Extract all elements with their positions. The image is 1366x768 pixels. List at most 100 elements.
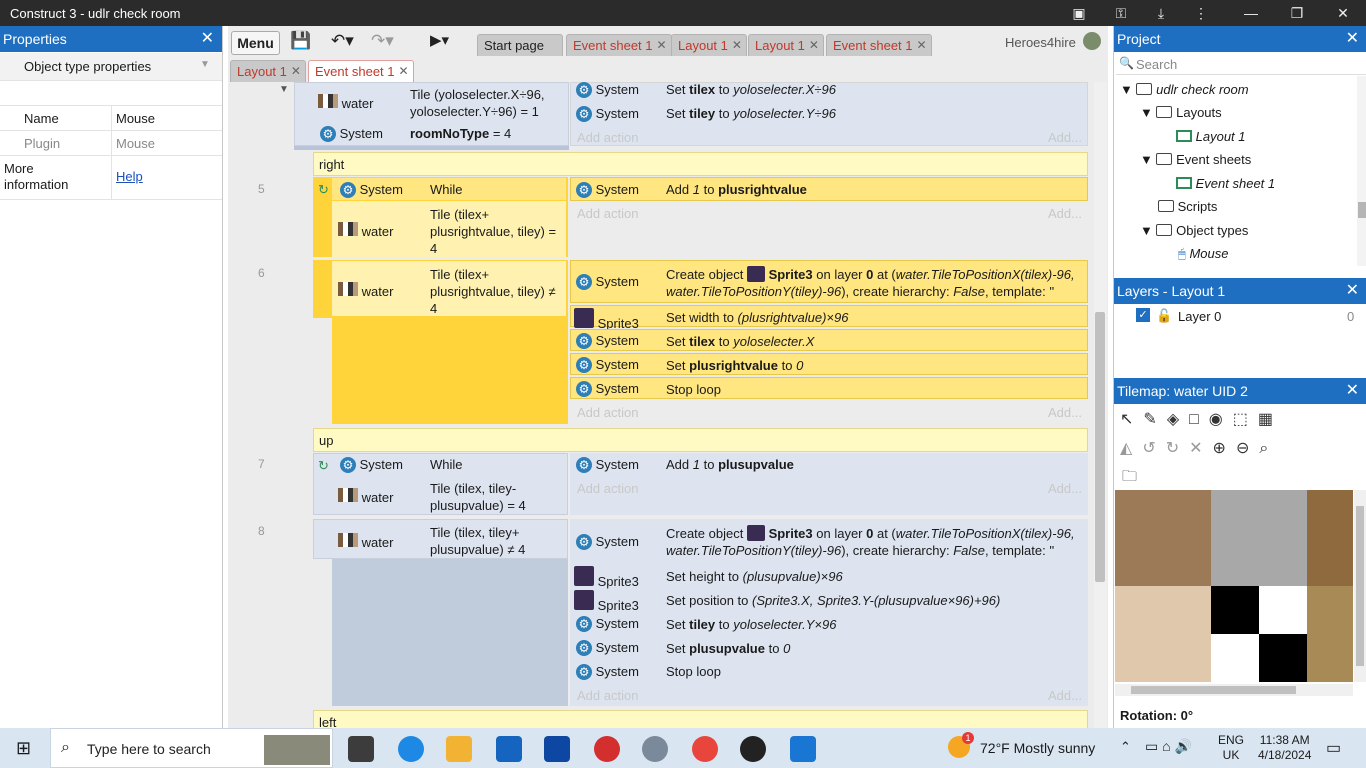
media-player-icon[interactable] xyxy=(740,736,766,762)
tree-event-sheet-1[interactable]: Event sheet 1 xyxy=(1176,176,1275,191)
close-window-icon[interactable]: ✕ xyxy=(1332,3,1354,23)
rotate-ccw-icon[interactable]: ↺ xyxy=(1142,440,1165,457)
tree-root[interactable]: ▼ udlr check room xyxy=(1120,82,1249,97)
zoom-reset-icon[interactable]: ⌕ xyxy=(1259,440,1278,457)
add-action[interactable]: Add... xyxy=(1048,481,1082,496)
tray-chevron-icon[interactable]: ⌃ xyxy=(1120,739,1131,755)
action-object[interactable]: ⚙ System xyxy=(576,82,639,98)
tab-event-sheet[interactable]: Event sheet 1 ✕ xyxy=(566,34,672,56)
fill-icon[interactable]: ◉ xyxy=(1209,411,1233,428)
help-link[interactable]: Help xyxy=(116,169,143,184)
tab-layout[interactable]: Layout 1 ✕ xyxy=(671,34,747,56)
action-object[interactable]: ⚙ System xyxy=(576,106,639,122)
restore-icon[interactable]: ❐ xyxy=(1286,3,1308,23)
condition-text[interactable]: While xyxy=(430,182,463,197)
action-text[interactable]: Set tiley to yoloselecter.Y÷96 xyxy=(666,106,836,121)
close-tab-icon[interactable]: ✕ xyxy=(291,61,301,82)
tree-mouse[interactable]: 🖱 Mouse xyxy=(1178,246,1228,262)
action-object[interactable]: ⚙ System xyxy=(576,664,639,680)
tilemap-toolbar[interactable]: ↖✎◈□◉⬚▦ xyxy=(1120,409,1283,429)
undo-icon[interactable]: ↶▾ xyxy=(331,31,354,55)
lock-icon[interactable]: 🔓 xyxy=(1156,308,1172,324)
layer-name[interactable]: Layer 0 xyxy=(1178,309,1221,324)
add-action[interactable]: Add action xyxy=(577,130,638,145)
photos-icon[interactable] xyxy=(790,736,816,762)
taskbar-search[interactable]: ⌕ Type here to search xyxy=(50,728,333,768)
add-action[interactable]: Add action xyxy=(577,481,638,496)
condition-text[interactable]: roomNoType = 4 xyxy=(410,126,511,141)
clipboard-icon[interactable]: ▣ xyxy=(1068,3,1090,23)
rectangle-icon[interactable]: □ xyxy=(1189,411,1209,428)
add-action[interactable]: Add action xyxy=(577,206,638,221)
scrollbar-thumb[interactable] xyxy=(1095,312,1105,582)
action-object[interactable]: ⚙ System xyxy=(576,457,639,473)
action-text[interactable]: Add 1 to plusupvalue xyxy=(666,457,794,472)
condition-object[interactable]: water xyxy=(338,488,393,505)
action-text[interactable]: Set plusrightvalue to 0 xyxy=(666,358,803,373)
action-object[interactable]: ⚙ System xyxy=(576,274,639,290)
notification-icon[interactable]: ▭ xyxy=(1326,738,1341,758)
mail-icon[interactable] xyxy=(496,736,522,762)
tile-icon[interactable]: ▦ xyxy=(1258,411,1283,428)
reset-icon[interactable]: ✕ xyxy=(1189,440,1212,457)
close-icon[interactable]: ✕ xyxy=(1346,26,1359,52)
layer-visible-checkbox[interactable]: ✓ xyxy=(1136,308,1150,322)
tab-event-sheet[interactable]: Event sheet 1 ✕ xyxy=(826,34,932,56)
app-icon[interactable] xyxy=(642,736,668,762)
add-action[interactable]: Add... xyxy=(1048,130,1082,145)
tab-layout[interactable]: Layout 1 ✕ xyxy=(748,34,824,56)
more-icon[interactable]: ⋮ xyxy=(1190,3,1212,23)
tree-event-sheets[interactable]: ▼ Event sheets xyxy=(1140,152,1251,167)
event-sheet[interactable]: ▼ water Tile (yoloselecter.X÷96, yolosele… xyxy=(228,82,1107,728)
marquee-icon[interactable]: ⬚ xyxy=(1233,411,1258,428)
action-object[interactable]: ⚙ System xyxy=(576,640,639,656)
chrome-icon[interactable] xyxy=(692,736,718,762)
tree-layout-1[interactable]: Layout 1 xyxy=(1176,129,1246,144)
prop-value[interactable]: Mouse xyxy=(116,111,155,126)
rotate-cw-icon[interactable]: ↻ xyxy=(1166,440,1189,457)
condition-text[interactable]: Tile (tilex+ plusrightvalue, tiley) ≠ 4 xyxy=(430,266,556,317)
tab-event-sheet-active[interactable]: Event sheet 1 ✕ xyxy=(308,60,414,82)
condition-text[interactable]: Tile (tilex, tiley-plusupvalue) = 4 xyxy=(430,480,526,514)
edge-icon[interactable] xyxy=(398,736,424,762)
start-button[interactable]: ⊞ xyxy=(16,738,31,759)
action-object[interactable]: ⚙ System xyxy=(576,357,639,373)
condition-object[interactable]: ⚙ System xyxy=(320,126,383,142)
store-icon[interactable] xyxy=(544,736,570,762)
tree-scripts[interactable]: Scripts xyxy=(1158,199,1217,214)
language-indicator[interactable]: ENG UK xyxy=(1218,733,1244,763)
action-object[interactable]: ⚙ System xyxy=(576,616,639,632)
weather-text[interactable]: 72°F Mostly sunny xyxy=(980,740,1095,756)
menu-button[interactable]: Menu xyxy=(231,31,280,55)
group-header-left[interactable]: left xyxy=(313,710,1088,728)
action-object[interactable]: ⚙ System xyxy=(576,333,639,349)
condition-object[interactable]: water xyxy=(338,533,393,550)
action-object[interactable]: Sprite3 xyxy=(574,566,639,589)
opera-icon[interactable] xyxy=(594,736,620,762)
condition-object[interactable]: water xyxy=(318,94,373,111)
tileset-preview[interactable] xyxy=(1115,490,1353,682)
eraser-icon[interactable]: ◈ xyxy=(1167,411,1189,428)
section-header[interactable]: Object type properties ▼ xyxy=(0,53,222,81)
condition-text[interactable]: Tile (yoloselecter.X÷96, yoloselecter.Y÷9… xyxy=(410,86,545,120)
create-object-action[interactable]: Create object Sprite3 on layer 0 at (wat… xyxy=(666,266,1075,300)
close-tab-icon[interactable]: ✕ xyxy=(809,35,819,56)
select-tool-icon[interactable]: ↖ xyxy=(1120,411,1143,428)
tab-layout[interactable]: Layout 1 ✕ xyxy=(230,60,306,82)
close-tab-icon[interactable]: ✕ xyxy=(398,61,408,82)
action-object[interactable]: ⚙ System xyxy=(576,182,639,198)
close-tab-icon[interactable]: ✕ xyxy=(656,35,666,56)
minimize-icon[interactable]: — xyxy=(1240,3,1262,23)
action-text[interactable]: Set height to (plusupvalue)×96 xyxy=(666,569,843,584)
condition-object[interactable]: ⚙ System xyxy=(340,457,403,473)
action-text[interactable]: Add 1 to plusrightvalue xyxy=(666,182,807,197)
action-text[interactable]: Set tilex to yoloselecter.X xyxy=(666,334,814,349)
group-header-up[interactable]: up xyxy=(313,428,1088,452)
play-icon[interactable]: ▶▾ xyxy=(430,31,449,55)
task-view-icon[interactable] xyxy=(348,736,374,762)
action-object[interactable]: Sprite3 xyxy=(574,590,639,613)
folder-icon[interactable]: 🗀 xyxy=(1122,466,1137,491)
redo-icon[interactable]: ↷▾ xyxy=(371,31,394,55)
condition-text[interactable]: Tile (tilex+ plusrightvalue, tiley) = 4 xyxy=(430,206,556,257)
close-icon[interactable]: ✕ xyxy=(201,26,214,52)
